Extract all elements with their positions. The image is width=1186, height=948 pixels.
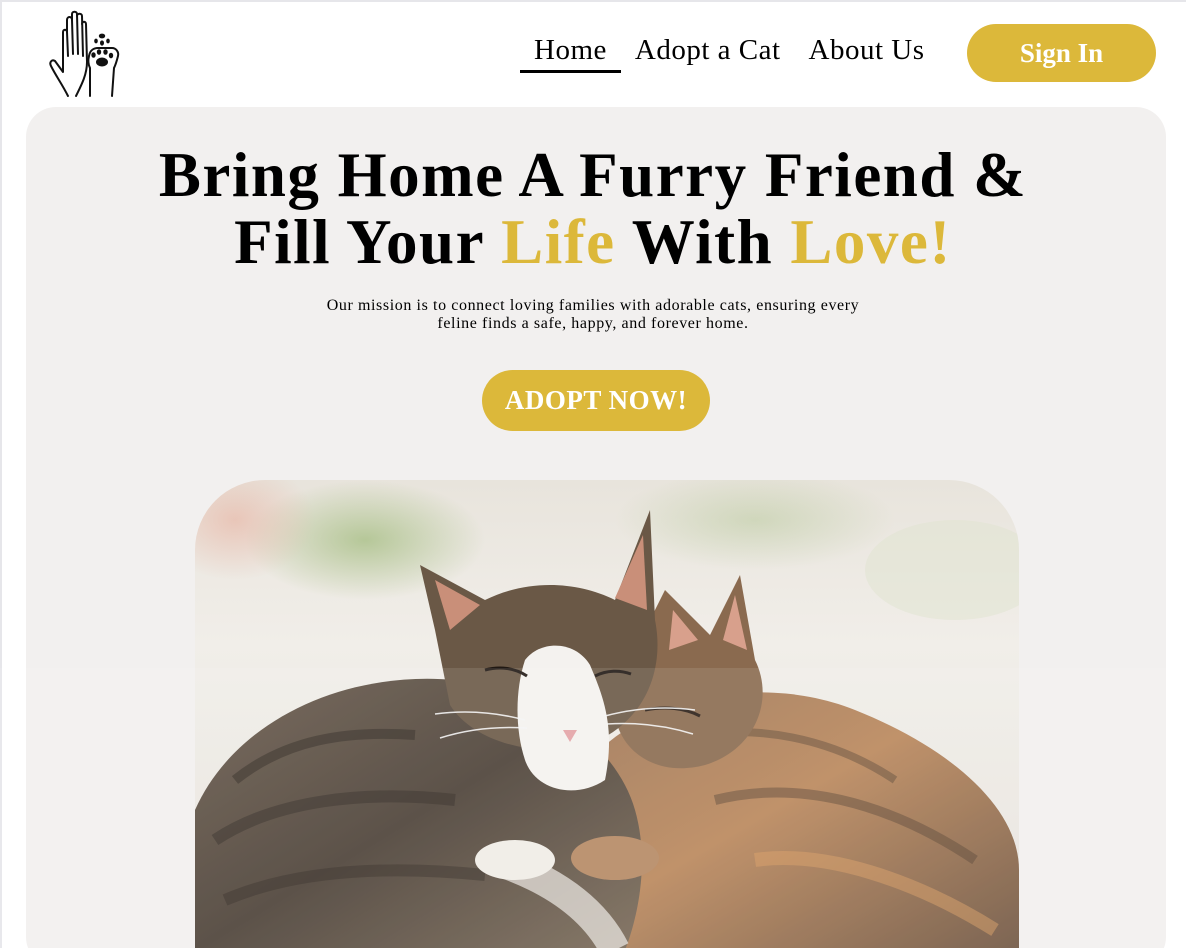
adopt-now-button[interactable]: ADOPT NOW! [482,370,710,431]
main-nav: Home Adopt a Cat About Us [520,28,939,76]
sign-in-button[interactable]: Sign In [967,24,1156,82]
hero-title-part-c: With [615,207,791,277]
nav-home-link[interactable]: Home [520,28,621,73]
hero-subtitle-line1: Our mission is to connect loving familie… [326,297,860,314]
hero-subtitle: Our mission is to connect loving familie… [0,297,1186,333]
two-cats-cuddling-photo [195,480,1019,948]
hand-and-paw-icon [49,10,120,97]
hero-title-line1: Bring Home A Furry Friend & [158,140,1028,210]
hero-title: Bring Home A Furry Friend & Fill Your Li… [0,142,1186,276]
logo[interactable] [46,10,124,98]
nav-adopt-link[interactable]: Adopt a Cat [621,28,795,72]
nav-about-link[interactable]: About Us [795,28,939,72]
hero-title-accent-life: Life [501,207,616,277]
hero-subtitle-line2: feline finds a safe, happy, and forever … [437,315,749,332]
hero-title-part-a: Fill Your [234,207,502,277]
hero-title-accent-love: Love! [790,207,952,277]
